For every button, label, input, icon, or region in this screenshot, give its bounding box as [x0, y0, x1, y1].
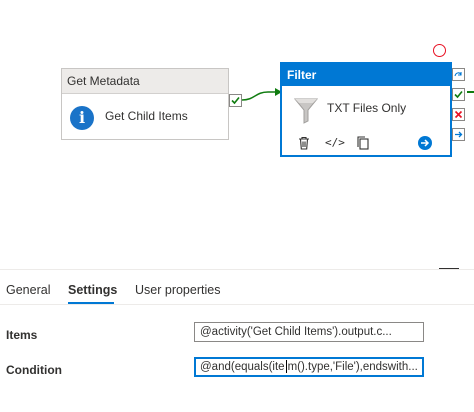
- properties-tabs: General Settings User properties: [0, 280, 474, 304]
- copy-icon[interactable]: [355, 135, 371, 151]
- tabs-divider: [0, 304, 474, 305]
- info-icon: i: [70, 106, 94, 130]
- success-icon[interactable]: [452, 88, 465, 101]
- code-icon[interactable]: </>: [325, 135, 345, 151]
- pipeline-canvas[interactable]: Get Metadata i Get Child Items Filter TX…: [0, 0, 474, 268]
- condition-label: Condition: [6, 363, 62, 377]
- activity-type-label: Get Metadata: [62, 69, 228, 94]
- condition-text-after-caret: m().type,'File'),endswith...: [287, 361, 418, 373]
- activity-type-label: Filter: [282, 64, 450, 86]
- go-to-icon[interactable]: [417, 135, 433, 151]
- panel-divider: [0, 269, 474, 270]
- tab-general[interactable]: General: [6, 283, 50, 297]
- failure-icon[interactable]: [452, 108, 465, 121]
- condition-input[interactable]: @and(equals(ite m().type,'File'),endswith…: [194, 357, 424, 377]
- condition-text-before-caret: @and(equals(ite: [200, 361, 285, 373]
- completion-icon[interactable]: [452, 128, 465, 141]
- filter-activity[interactable]: Filter TXT Files Only </>: [281, 63, 451, 156]
- items-label: Items: [6, 328, 38, 342]
- outgoing-connector: [467, 91, 474, 93]
- success-check-icon: [231, 96, 240, 105]
- tab-settings[interactable]: Settings: [68, 283, 117, 297]
- get-metadata-activity[interactable]: Get Metadata i Get Child Items: [61, 68, 229, 140]
- skip-icon[interactable]: [452, 68, 465, 81]
- delete-icon[interactable]: [296, 135, 312, 151]
- tab-user-properties[interactable]: User properties: [135, 283, 220, 297]
- validation-error-icon[interactable]: [433, 44, 446, 57]
- funnel-icon: [294, 98, 318, 124]
- dependency-connector[interactable]: [241, 86, 283, 106]
- text-caret: [285, 360, 287, 374]
- activity-name: TXT Files Only: [327, 101, 407, 115]
- activity-name: Get Child Items: [105, 109, 188, 123]
- items-input[interactable]: @activity('Get Child Items').output.c...: [194, 322, 424, 342]
